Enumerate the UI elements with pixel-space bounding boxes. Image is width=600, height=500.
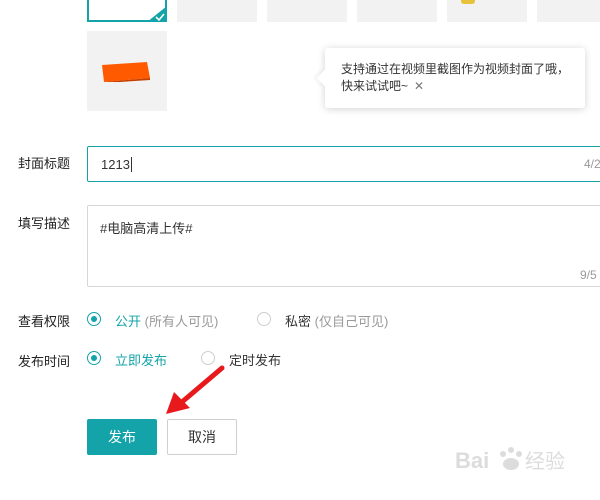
cover-thumbnail[interactable] (267, 0, 347, 22)
description-value: #电脑高清上传# (100, 221, 193, 236)
cover-title-label: 封面标题 (18, 156, 71, 171)
description-counter: 9/5 (580, 268, 597, 282)
svg-text:Bai: Bai (455, 448, 489, 473)
visibility-public-radio[interactable] (87, 312, 101, 326)
cover-thumbnail[interactable] (447, 0, 527, 22)
cover-thumbnail-selected[interactable] (87, 0, 167, 22)
cover-title-counter: 4/2 (584, 157, 600, 171)
cover-thumbnail[interactable] (537, 0, 600, 22)
description-textarea[interactable]: #电脑高清上传# (87, 205, 600, 287)
cover-title-value: 1213 (101, 157, 130, 172)
cover-tip-tooltip: 支持通过在视频里截图作为视频封面了哦，快来试试吧~ ✕ (316, 48, 585, 108)
visibility-label: 查看权限 (18, 314, 71, 329)
tooltip-text: 支持通过在视频里截图作为视频封面了哦，快来试试吧~ (341, 62, 570, 93)
tooltip-arrow (316, 69, 334, 87)
annotation-arrow-icon (166, 365, 225, 414)
cover-image (102, 62, 150, 82)
baidu-jingyan-watermark-logo: Bai 经验 (455, 447, 565, 473)
cover-thumbnail[interactable] (177, 0, 257, 22)
publish-now-radio[interactable] (87, 351, 101, 365)
publish-scheduled-option[interactable]: 定时发布 (229, 350, 281, 369)
thumbnail-image-fragment (461, 0, 475, 4)
cover-title-input[interactable]: 1213 (87, 146, 600, 182)
visibility-private-radio[interactable] (257, 312, 271, 326)
publish-button[interactable]: 发布 (87, 419, 157, 455)
cover-thumbnail[interactable] (357, 0, 437, 22)
cancel-button[interactable]: 取消 (167, 419, 237, 455)
close-icon[interactable]: ✕ (414, 79, 424, 93)
cover-thumbnail[interactable] (87, 31, 167, 111)
publish-time-label: 发布时间 (18, 354, 71, 369)
check-icon (147, 6, 167, 22)
svg-text:经验: 经验 (525, 449, 565, 473)
text-caret (130, 157, 132, 172)
visibility-private-option[interactable]: 私密 (仅自己可见) (285, 311, 388, 330)
visibility-public-option[interactable]: 公开 (所有人可见) (115, 311, 218, 330)
description-label: 填写描述 (18, 216, 71, 231)
